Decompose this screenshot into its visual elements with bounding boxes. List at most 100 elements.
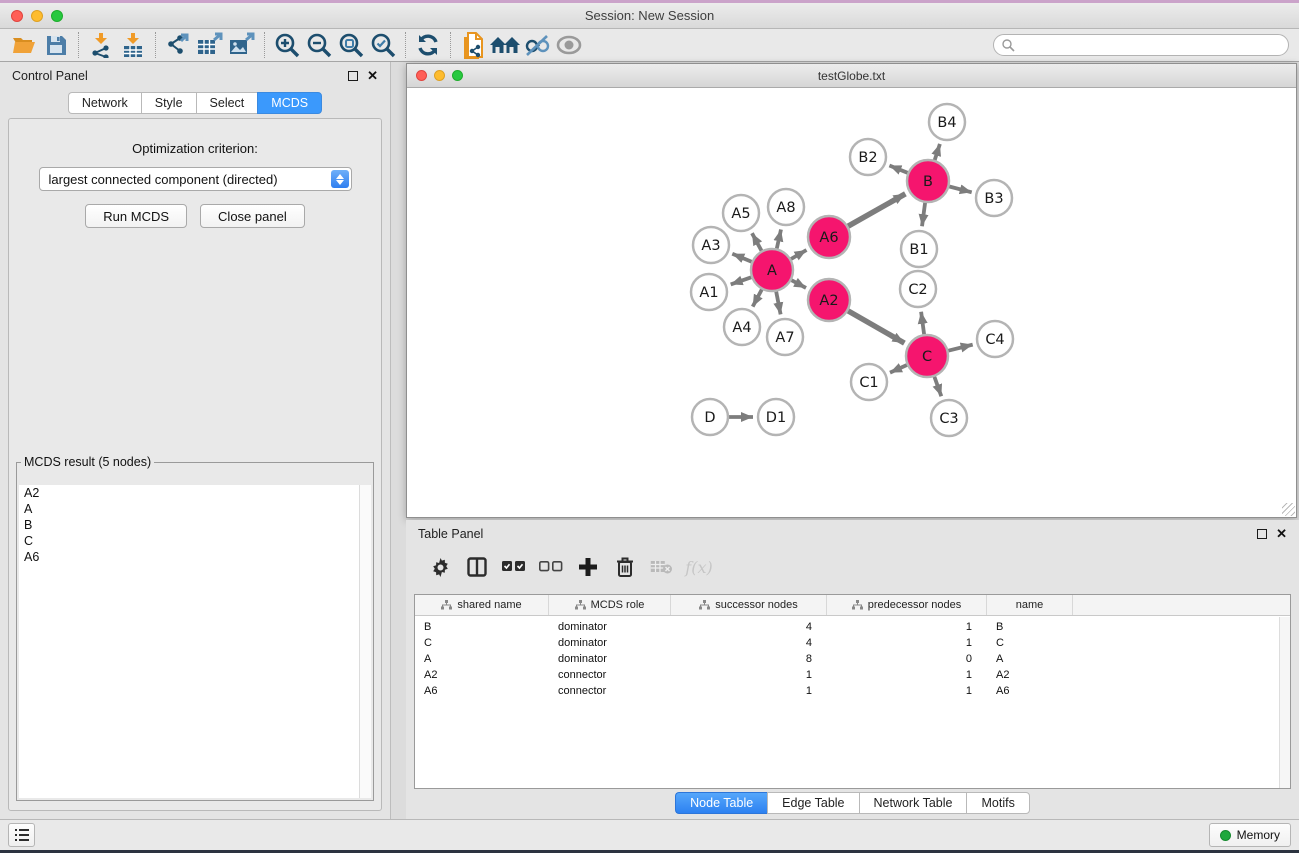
tab-style[interactable]: Style — [141, 92, 196, 114]
float-panel-icon[interactable] — [348, 71, 358, 81]
graph-node-A2[interactable]: A2 — [808, 279, 850, 321]
deselect-columns-icon[interactable] — [537, 554, 565, 580]
run-mcds-button[interactable]: Run MCDS — [85, 204, 187, 228]
import-table-icon[interactable] — [117, 31, 149, 59]
graph-node-A6[interactable]: A6 — [808, 216, 850, 258]
table-cell[interactable]: 0 — [827, 651, 987, 667]
table-cell[interactable]: A2 — [987, 667, 1073, 683]
tab-network[interactable]: Network — [68, 92, 141, 114]
table-cell[interactable]: C — [415, 635, 549, 651]
float-table-panel-icon[interactable] — [1257, 529, 1267, 539]
table-cell[interactable]: C — [987, 635, 1073, 651]
table-cell[interactable]: 1 — [827, 683, 987, 699]
delete-column-icon[interactable] — [611, 554, 639, 580]
tab-edge-table[interactable]: Edge Table — [767, 792, 858, 814]
graph-edge[interactable] — [752, 233, 762, 251]
result-scrollbar[interactable] — [359, 485, 371, 798]
hide-graphics-icon[interactable] — [521, 31, 553, 59]
graph-edge[interactable] — [848, 194, 905, 226]
table-cell[interactable]: 1 — [671, 683, 827, 699]
graph-edge[interactable] — [948, 345, 972, 351]
node-table[interactable]: shared name MCDS role successor nodes pr… — [414, 594, 1291, 789]
task-history-button[interactable] — [8, 823, 35, 847]
mcds-result-list[interactable]: A2 A B C A6 — [19, 485, 371, 798]
graph-node-B1[interactable]: B1 — [901, 231, 937, 267]
graph-edge[interactable] — [934, 377, 941, 397]
table-cell[interactable]: A6 — [987, 683, 1073, 699]
graph-edge[interactable] — [777, 230, 781, 249]
list-item[interactable]: A6 — [19, 549, 371, 565]
column-header-name[interactable]: name — [987, 595, 1073, 615]
delete-table-icon[interactable] — [648, 554, 676, 580]
network-graph[interactable]: B4B2BB3A8A5A6A3B1AC2A1A2A4A7C4CC1DD1C3 — [407, 88, 1296, 517]
table-cell[interactable]: 4 — [671, 619, 827, 635]
close-panel-button[interactable]: Close panel — [200, 204, 305, 228]
graph-node-C2[interactable]: C2 — [900, 271, 936, 307]
table-row[interactable]: B dominator 4 1 B — [415, 619, 1290, 635]
memory-button[interactable]: Memory — [1209, 823, 1291, 847]
table-cell[interactable]: 1 — [827, 667, 987, 683]
table-cell[interactable]: 4 — [671, 635, 827, 651]
table-cell[interactable]: A2 — [415, 667, 549, 683]
add-column-icon[interactable] — [574, 554, 602, 580]
graph-edge[interactable] — [922, 203, 925, 226]
table-cell[interactable]: A — [987, 651, 1073, 667]
graph-node-A5[interactable]: A5 — [723, 195, 759, 231]
close-panel-icon[interactable]: ✕ — [367, 71, 378, 81]
table-row[interactable]: A2 connector 1 1 A2 — [415, 667, 1290, 683]
column-header-predecessor-nodes[interactable]: predecessor nodes — [827, 595, 987, 615]
home-icon[interactable] — [489, 31, 521, 59]
zoom-selected-icon[interactable] — [367, 31, 399, 59]
list-item[interactable]: A — [19, 501, 371, 517]
table-cell[interactable]: 8 — [671, 651, 827, 667]
tab-mcds[interactable]: MCDS — [257, 92, 322, 114]
tab-select[interactable]: Select — [196, 92, 258, 114]
graph-edge[interactable] — [889, 166, 907, 173]
graph-node-A3[interactable]: A3 — [693, 227, 729, 263]
graph-edge[interactable] — [753, 290, 762, 307]
graph-edge[interactable] — [732, 254, 751, 262]
table-scrollbar[interactable] — [1279, 617, 1290, 788]
graph-edge[interactable] — [792, 280, 807, 288]
table-cell[interactable]: dominator — [549, 619, 671, 635]
table-cell[interactable]: B — [415, 619, 549, 635]
save-session-icon[interactable] — [40, 31, 72, 59]
search-input[interactable] — [1015, 38, 1288, 52]
table-cell[interactable]: 1 — [671, 667, 827, 683]
graph-node-B4[interactable]: B4 — [929, 104, 965, 140]
network-canvas[interactable]: B4B2BB3A8A5A6A3B1AC2A1A2A4A7C4CC1DD1C3 — [407, 88, 1296, 517]
table-cell[interactable]: dominator — [549, 651, 671, 667]
graph-edge[interactable] — [921, 312, 924, 334]
graph-node-A[interactable]: A — [751, 249, 793, 291]
zoom-out-icon[interactable] — [303, 31, 335, 59]
network-window-titlebar[interactable]: testGlobe.txt — [407, 64, 1296, 88]
refresh-view-icon[interactable] — [412, 31, 444, 59]
column-header-mcds-role[interactable]: MCDS role — [549, 595, 671, 615]
graph-node-A1[interactable]: A1 — [691, 274, 727, 310]
graph-edge[interactable] — [949, 187, 971, 193]
graph-node-D1[interactable]: D1 — [758, 399, 794, 435]
tab-node-table[interactable]: Node Table — [675, 792, 767, 814]
search-field[interactable] — [993, 34, 1289, 56]
table-cell[interactable]: connector — [549, 683, 671, 699]
new-network-icon[interactable] — [457, 31, 489, 59]
graph-node-C[interactable]: C — [906, 335, 948, 377]
graph-node-A4[interactable]: A4 — [724, 309, 760, 345]
graph-edge[interactable] — [890, 365, 907, 373]
table-cell[interactable]: A6 — [415, 683, 549, 699]
export-image-icon[interactable] — [226, 31, 258, 59]
table-cell[interactable]: connector — [549, 667, 671, 683]
graph-node-C3[interactable]: C3 — [931, 400, 967, 436]
show-graphics-icon[interactable] — [553, 31, 585, 59]
graph-node-B3[interactable]: B3 — [976, 180, 1012, 216]
graph-node-B[interactable]: B — [907, 160, 949, 202]
graph-node-B2[interactable]: B2 — [850, 139, 886, 175]
graph-edge[interactable] — [791, 250, 807, 259]
function-builder-icon[interactable]: f(x) — [685, 554, 713, 580]
tab-motifs[interactable]: Motifs — [966, 792, 1029, 814]
tab-network-table[interactable]: Network Table — [859, 792, 967, 814]
import-network-icon[interactable] — [85, 31, 117, 59]
graph-node-C1[interactable]: C1 — [851, 364, 887, 400]
table-cell[interactable]: A — [415, 651, 549, 667]
resize-grip[interactable] — [1282, 503, 1295, 516]
